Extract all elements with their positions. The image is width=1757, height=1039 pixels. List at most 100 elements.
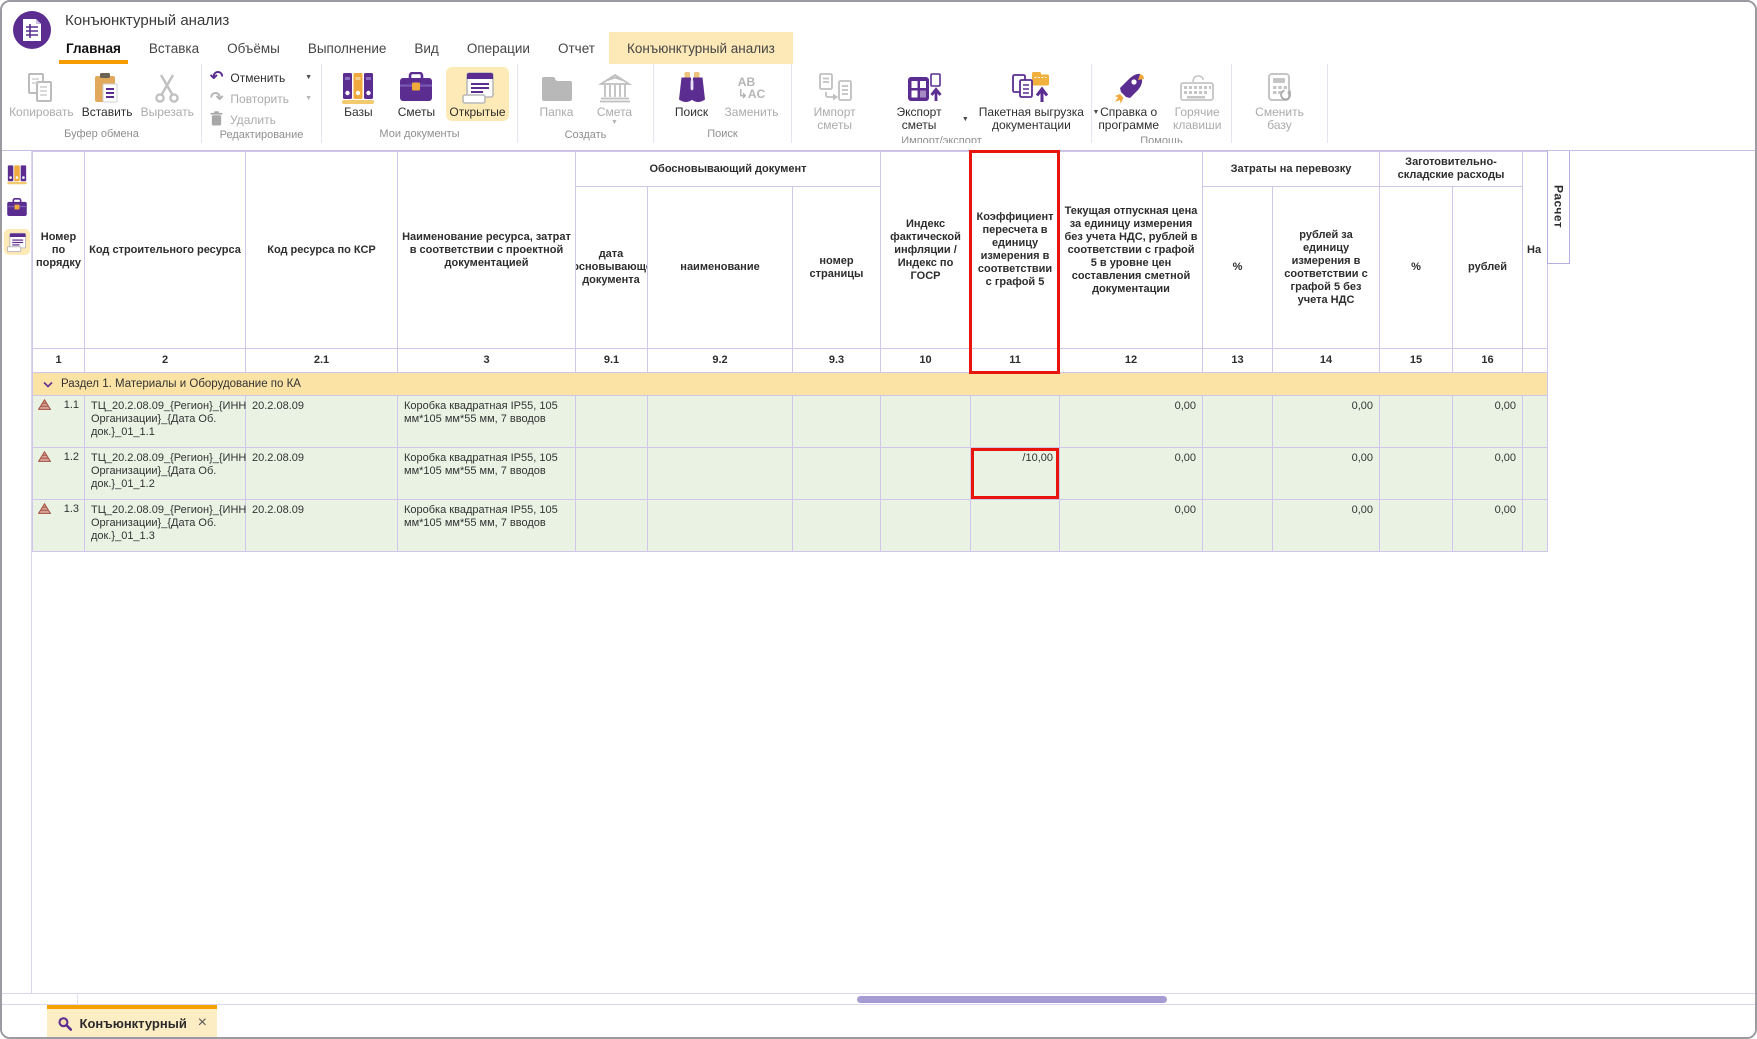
cell-row-num[interactable]: 1.1: [33, 396, 85, 448]
chevron-down-icon[interactable]: ▼: [305, 74, 312, 81]
horizontal-scrollbar[interactable]: [2, 993, 1755, 1005]
cell-transport-rub[interactable]: 0,00: [1273, 500, 1380, 552]
screen: Конъюнктурный анализ Главная Вставка Объ…: [0, 0, 1757, 1039]
import-estimate-button[interactable]: Импорт сметы: [794, 67, 875, 134]
cell-warehouse-rub[interactable]: 0,00: [1453, 448, 1523, 500]
cell-current-price[interactable]: 0,00: [1060, 500, 1203, 552]
cell-current-price[interactable]: 0,00: [1060, 448, 1203, 500]
cell-extra[interactable]: [1523, 396, 1548, 448]
table-row[interactable]: 1.3 ТЦ_20.2.08.09_{Регион}_{ИНН Организа…: [33, 500, 1548, 552]
batch-export-button[interactable]: Пакетная выгрузка документации ▼: [974, 67, 1089, 134]
tab-market-analysis[interactable]: Конъюнктурный анализ: [609, 32, 793, 64]
cell-row-num[interactable]: 1.3: [33, 500, 85, 552]
cell-warehouse-rub[interactable]: 0,00: [1453, 396, 1523, 448]
chevron-down-icon[interactable]: [43, 381, 53, 388]
cell-doc-date[interactable]: [576, 500, 648, 552]
scrollbar-divider: [77, 994, 78, 1004]
cell-extra[interactable]: [1523, 500, 1548, 552]
doc-tab-label: Конъюнктурный ...: [80, 1016, 191, 1031]
about-button[interactable]: Справка о программе: [1094, 67, 1163, 134]
cell-conversion-coef[interactable]: [971, 500, 1060, 552]
cell-inflation-index[interactable]: [881, 396, 971, 448]
tab-report[interactable]: Отчет: [544, 32, 609, 64]
delete-button[interactable]: Удалить: [210, 111, 312, 128]
cell-conversion-coef-highlighted[interactable]: /10,00: [971, 448, 1060, 500]
cell-warehouse-pct[interactable]: [1380, 396, 1453, 448]
col-header-clipped: На: [1523, 152, 1548, 349]
section-title: Раздел 1. Материалы и Оборудование по КА: [61, 378, 301, 390]
paste-button[interactable]: Вставить: [79, 67, 136, 121]
sidebar-item-estimates[interactable]: [4, 195, 30, 221]
cell-resource-code[interactable]: ТЦ_20.2.08.09_{Регион}_{ИНН Организации}…: [85, 448, 246, 500]
export-estimate-button[interactable]: Экспорт сметы ▼: [877, 67, 972, 134]
sidebar-item-bases[interactable]: [4, 161, 30, 187]
cut-button[interactable]: Вырезать: [138, 67, 197, 121]
cell-doc-name[interactable]: [648, 448, 793, 500]
sidebar-item-open-documents[interactable]: [4, 229, 30, 255]
hotkeys-button[interactable]: Горячие клавиши: [1165, 67, 1229, 134]
scrollbar-thumb[interactable]: [857, 996, 1167, 1003]
cell-doc-name[interactable]: [648, 500, 793, 552]
cell-transport-pct[interactable]: [1203, 396, 1273, 448]
ribbon-group-label: [1232, 134, 1327, 143]
cell-page-num[interactable]: [793, 448, 881, 500]
tab-insert[interactable]: Вставка: [135, 32, 213, 64]
cell-ksr-code[interactable]: 20.2.08.09: [246, 396, 398, 448]
cell-extra[interactable]: [1523, 448, 1548, 500]
col-number-cell: 15: [1380, 349, 1453, 373]
redo-button[interactable]: ↷ Повторить ▼: [210, 90, 312, 107]
tab-operations[interactable]: Операции: [453, 32, 544, 64]
change-base-button[interactable]: Сменить базу: [1247, 67, 1313, 134]
tab-view[interactable]: Вид: [400, 32, 452, 64]
cell-resource-name[interactable]: Коробка квадратная IP55, 105 мм*105 мм*5…: [398, 448, 576, 500]
cell-doc-name[interactable]: [648, 396, 793, 448]
cell-row-num[interactable]: 1.2: [33, 448, 85, 500]
col-header-doc-name: наименование: [648, 187, 793, 349]
estimates-button[interactable]: Сметы: [388, 67, 444, 121]
binders-icon: [340, 69, 376, 106]
estimate-create-button[interactable]: Смета ▼: [587, 67, 643, 128]
ribbon-group-import-export: Импорт сметы: [792, 64, 1092, 143]
close-icon[interactable]: ×: [198, 1015, 207, 1031]
cell-resource-name[interactable]: Коробка квадратная IP55, 105 мм*105 мм*5…: [398, 500, 576, 552]
cell-inflation-index[interactable]: [881, 448, 971, 500]
open-documents-button[interactable]: Открытые: [446, 67, 508, 121]
cell-current-price[interactable]: 0,00: [1060, 396, 1203, 448]
folder-button[interactable]: Папка: [529, 67, 585, 121]
cell-inflation-index[interactable]: [881, 500, 971, 552]
cell-doc-date[interactable]: [576, 448, 648, 500]
search-button[interactable]: Поиск: [664, 67, 720, 121]
undo-button[interactable]: ↶ Отменить ▼: [210, 69, 312, 86]
doc-tab-market-analysis[interactable]: Конъюнктурный ... ×: [47, 1005, 217, 1037]
cell-doc-date[interactable]: [576, 396, 648, 448]
cell-transport-rub[interactable]: 0,00: [1273, 396, 1380, 448]
cell-warehouse-rub[interactable]: 0,00: [1453, 500, 1523, 552]
tab-home[interactable]: Главная: [52, 32, 135, 64]
col-header-conversion-coef: Коэффициент пересчета в единицу измерени…: [971, 152, 1060, 349]
cell-transport-pct[interactable]: [1203, 500, 1273, 552]
cell-page-num[interactable]: [793, 500, 881, 552]
col-number-cell: 9.2: [648, 349, 793, 373]
cell-resource-code[interactable]: ТЦ_20.2.08.09_{Регион}_{ИНН Организации}…: [85, 500, 246, 552]
cell-warehouse-pct[interactable]: [1380, 500, 1453, 552]
section-row[interactable]: Раздел 1. Материалы и Оборудование по КА: [33, 373, 1548, 396]
cell-resource-code[interactable]: ТЦ_20.2.08.09_{Регион}_{ИНН Организации}…: [85, 396, 246, 448]
cell-page-num[interactable]: [793, 396, 881, 448]
cell-ksr-code[interactable]: 20.2.08.09: [246, 448, 398, 500]
cell-conversion-coef[interactable]: [971, 396, 1060, 448]
bases-button[interactable]: Базы: [330, 67, 386, 121]
tab-calculation[interactable]: Расчет: [1547, 151, 1570, 264]
copy-button[interactable]: Копировать: [6, 67, 77, 121]
table-row[interactable]: 1.1 ТЦ_20.2.08.09_{Регион}_{ИНН Организа…: [33, 396, 1548, 448]
replace-button[interactable]: AB↳AC Заменить: [722, 67, 782, 121]
cell-warehouse-pct[interactable]: [1380, 448, 1453, 500]
cell-transport-rub[interactable]: 0,00: [1273, 448, 1380, 500]
tab-volumes[interactable]: Объёмы: [213, 32, 294, 64]
cell-transport-pct[interactable]: [1203, 448, 1273, 500]
paste-icon: [92, 69, 122, 106]
tab-execution[interactable]: Выполнение: [294, 32, 401, 64]
table-row[interactable]: 1.2 ТЦ_20.2.08.09_{Регион}_{ИНН Организа…: [33, 448, 1548, 500]
col-header-resource-code: Код строительного ресурса: [85, 152, 246, 349]
cell-resource-name[interactable]: Коробка квадратная IP55, 105 мм*105 мм*5…: [398, 396, 576, 448]
cell-ksr-code[interactable]: 20.2.08.09: [246, 500, 398, 552]
